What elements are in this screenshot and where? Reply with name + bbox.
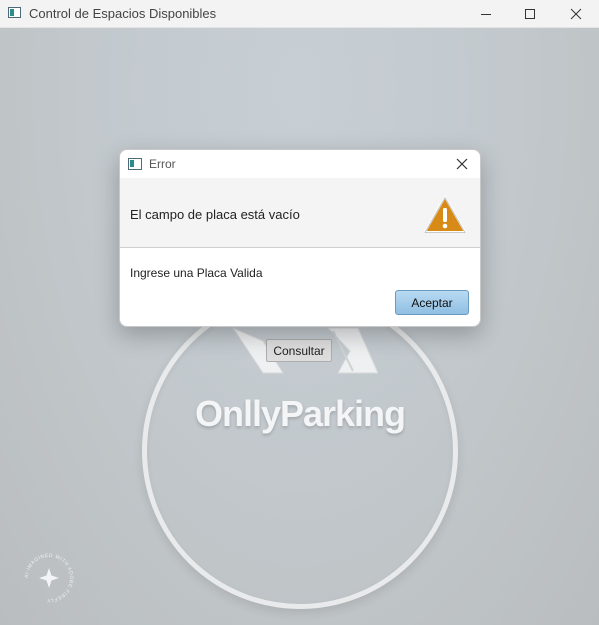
dialog-message: Ingrese una Placa Valida bbox=[130, 266, 263, 280]
dialog-close-icon[interactable] bbox=[450, 152, 474, 176]
dialog-header: El campo de placa está vacío bbox=[120, 178, 480, 248]
warning-icon bbox=[424, 196, 466, 234]
window-titlebar: Control de Espacios Disponibles bbox=[0, 0, 599, 28]
dialog-titlebar: Error bbox=[120, 150, 480, 178]
brand-logo-text: OnllyParking bbox=[194, 393, 406, 434]
minimize-icon[interactable] bbox=[462, 0, 510, 27]
close-icon[interactable] bbox=[552, 0, 599, 27]
error-dialog: Error El campo de placa está vacío Ingre… bbox=[119, 149, 481, 327]
consult-button[interactable]: Consultar bbox=[266, 339, 332, 362]
maximize-icon[interactable] bbox=[506, 0, 554, 27]
accept-button[interactable]: Aceptar bbox=[395, 290, 469, 315]
window-title: Control de Espacios Disponibles bbox=[29, 6, 217, 21]
java-app-icon bbox=[8, 7, 21, 18]
java-app-icon bbox=[128, 158, 142, 170]
firefly-watermark-badge: AI-IMAGINED WITH ADOBE FIREFLY bbox=[24, 553, 74, 603]
dialog-title: Error bbox=[149, 157, 176, 171]
dialog-header-text: El campo de placa está vacío bbox=[130, 207, 300, 222]
